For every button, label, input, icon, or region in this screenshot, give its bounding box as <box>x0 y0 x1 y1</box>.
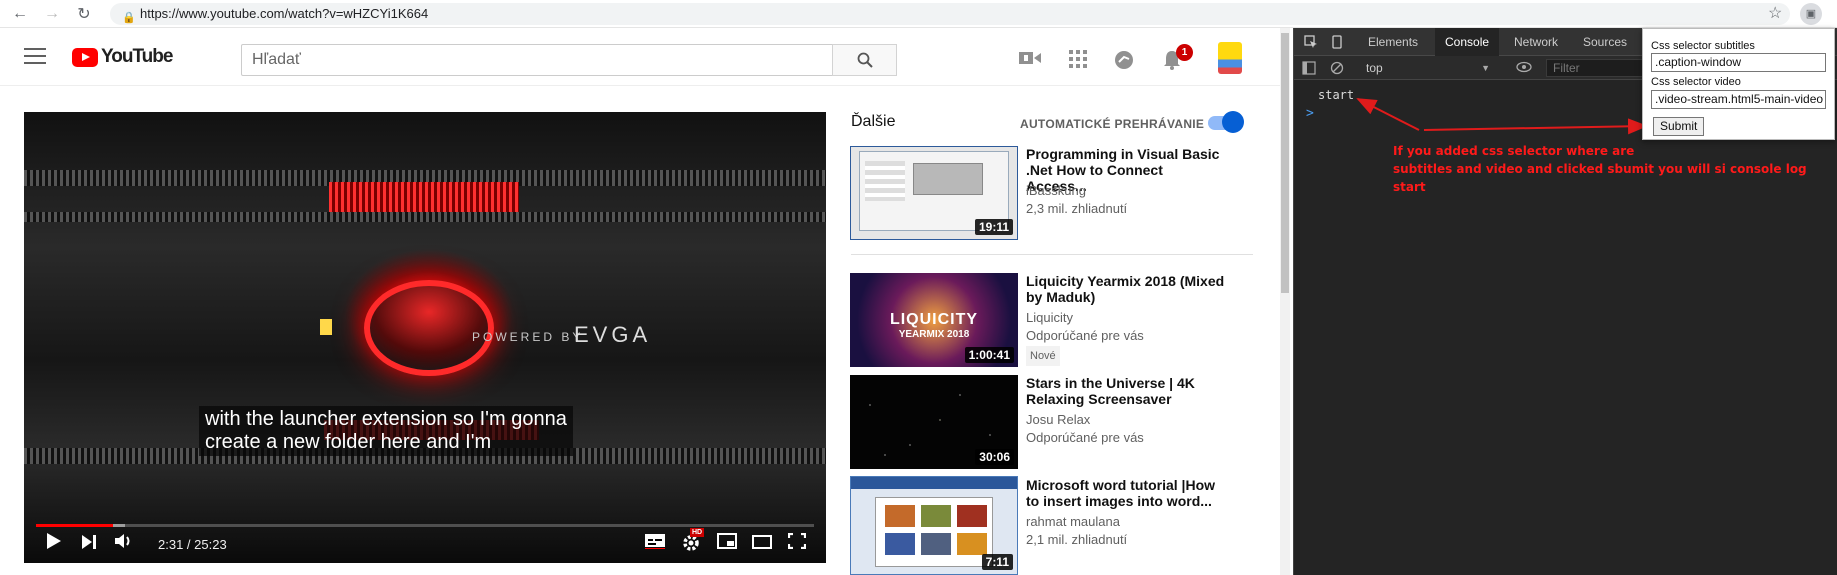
caption-line: create a new folder here and I'm <box>205 431 492 453</box>
youtube-logo-text: YouTube <box>101 46 173 67</box>
annotation-line: If you added css selector where are <box>1393 144 1635 158</box>
video-meta: Odporúčané pre vás <box>1026 328 1144 343</box>
powered-by-text: POWERED BY <box>472 330 584 344</box>
subtitles-icon[interactable] <box>642 532 668 558</box>
subtitles-selector-input[interactable]: .caption-window <box>1651 53 1826 72</box>
next-icon[interactable] <box>78 532 100 558</box>
subtitles-selector-value: .caption-window <box>1655 55 1742 69</box>
video-title[interactable]: Microsoft word tutorial |How to insert i… <box>1026 477 1226 509</box>
video-channel[interactable]: Liquicity <box>1026 309 1073 327</box>
caption-line: with the launcher extension so I'm gonna <box>205 408 567 430</box>
youtube-page: YouTube Hľadať 1 POWERED BY EVGA with th… <box>0 28 1290 575</box>
progress-played <box>36 524 114 527</box>
youtube-header: YouTube Hľadať 1 <box>0 28 1290 86</box>
extension-icon[interactable]: ▣ <box>1800 3 1822 25</box>
arrow-to-submit <box>1423 118 1648 135</box>
submit-button[interactable]: Submit <box>1653 117 1705 136</box>
decor-grill <box>24 212 826 222</box>
scrollbar-thumb[interactable] <box>1281 33 1289 293</box>
browser-toolbar: ← → ↻ 🔒 https://www.youtube.com/watch?v=… <box>0 0 1837 28</box>
video-player[interactable]: POWERED BY EVGA with the launcher extens… <box>24 112 826 563</box>
video-thumbnail[interactable]: 19:11 <box>850 146 1018 240</box>
folder-icon <box>320 319 332 335</box>
video-channel[interactable]: rahmat maulana <box>1026 513 1120 531</box>
autoplay-label: AUTOMATICKÉ PREHRÁVANIE <box>1020 117 1205 131</box>
miniplayer-icon[interactable] <box>714 532 740 558</box>
notification-count-badge: 1 <box>1176 44 1193 61</box>
avatar[interactable] <box>1218 42 1242 74</box>
progress-bar[interactable] <box>36 524 814 527</box>
fullscreen-icon[interactable] <box>784 532 810 558</box>
back-icon[interactable]: ← <box>10 4 30 24</box>
video-thumbnail[interactable]: LIQUICITY YEARMIX 2018 1:00:41 <box>850 273 1018 367</box>
search-button[interactable] <box>832 44 897 76</box>
video-meta: 2,3 mil. zhliadnutí <box>1026 201 1128 216</box>
hd-badge: HD <box>690 528 705 537</box>
video-channel[interactable]: Josu Relax <box>1026 411 1090 429</box>
search-input[interactable]: Hľadať <box>241 44 833 76</box>
evga-logo <box>364 280 494 376</box>
video-title[interactable]: Stars in the Universe | 4K Relaxing Scre… <box>1026 375 1226 407</box>
forward-icon[interactable]: → <box>42 4 62 24</box>
video-selector-label: Css selector video <box>1651 76 1741 88</box>
video-meta: 2,1 mil. zhliadnutí <box>1026 532 1128 547</box>
video-selector-input[interactable]: .video-stream.html5-main-video <box>1651 90 1826 109</box>
search-icon <box>857 52 873 68</box>
arrow-to-log <box>1356 98 1420 131</box>
star-icon[interactable]: ☆ <box>1768 3 1782 23</box>
video-thumbnail[interactable]: 7:11 <box>850 476 1018 575</box>
play-icon[interactable] <box>42 532 66 558</box>
extension-popup: Css selector subtitles .caption-window C… <box>1642 28 1835 140</box>
address-bar[interactable]: 🔒 https://www.youtube.com/watch?v=wHZCYi… <box>110 3 1790 25</box>
youtube-logo-icon <box>72 47 98 67</box>
video-selector-value: .video-stream.html5-main-video <box>1655 92 1824 106</box>
theater-mode-icon[interactable] <box>749 532 775 558</box>
video-channel[interactable]: iBasskung <box>1026 182 1086 200</box>
video-duration: 30:06 <box>975 449 1014 465</box>
youtube-logo[interactable]: YouTube <box>72 46 173 68</box>
messages-icon[interactable] <box>1112 50 1136 70</box>
lock-icon: 🔒 <box>122 12 136 24</box>
volume-icon[interactable] <box>112 532 136 558</box>
yearmix-thumb-text: YEARMIX 2018 <box>898 329 970 340</box>
subtitles-selector-label: Css selector subtitles <box>1651 40 1755 52</box>
divider <box>851 254 1253 255</box>
autoplay-toggle-knob[interactable] <box>1222 111 1244 133</box>
apps-grid-icon[interactable] <box>1066 50 1090 70</box>
annotation-text: If you added css selector where are subt… <box>1393 142 1833 196</box>
video-duration: 1:00:41 <box>964 347 1014 363</box>
video-meta: Odporúčané pre vás <box>1026 430 1144 445</box>
time-display: 2:31 / 25:23 <box>158 537 227 552</box>
create-video-icon[interactable] <box>1018 50 1042 70</box>
annotation-line: subtitles and video and clicked sbumit y… <box>1393 162 1807 194</box>
settings-gear-icon[interactable]: HD <box>678 528 705 558</box>
up-next-heading: Ďalšie <box>851 113 896 130</box>
video-thumbnail[interactable]: 30:06 <box>850 375 1018 469</box>
search-placeholder: Hľadať <box>252 51 301 68</box>
video-duration: 7:11 <box>981 554 1013 570</box>
video-captions: with the launcher extension so I'm gonna… <box>199 406 573 456</box>
liquicity-thumb-text: LIQUICITY <box>889 311 979 328</box>
new-badge: Nové <box>1026 346 1060 366</box>
menu-icon[interactable] <box>24 48 46 69</box>
video-title[interactable]: Liquicity Yearmix 2018 (Mixed by Maduk) <box>1026 273 1226 305</box>
video-duration: 19:11 <box>974 219 1013 235</box>
evga-brand-text: EVGA <box>574 322 652 347</box>
reload-icon[interactable]: ↻ <box>74 4 94 24</box>
url-text: https://www.youtube.com/watch?v=wHZCYi1K… <box>140 6 429 21</box>
